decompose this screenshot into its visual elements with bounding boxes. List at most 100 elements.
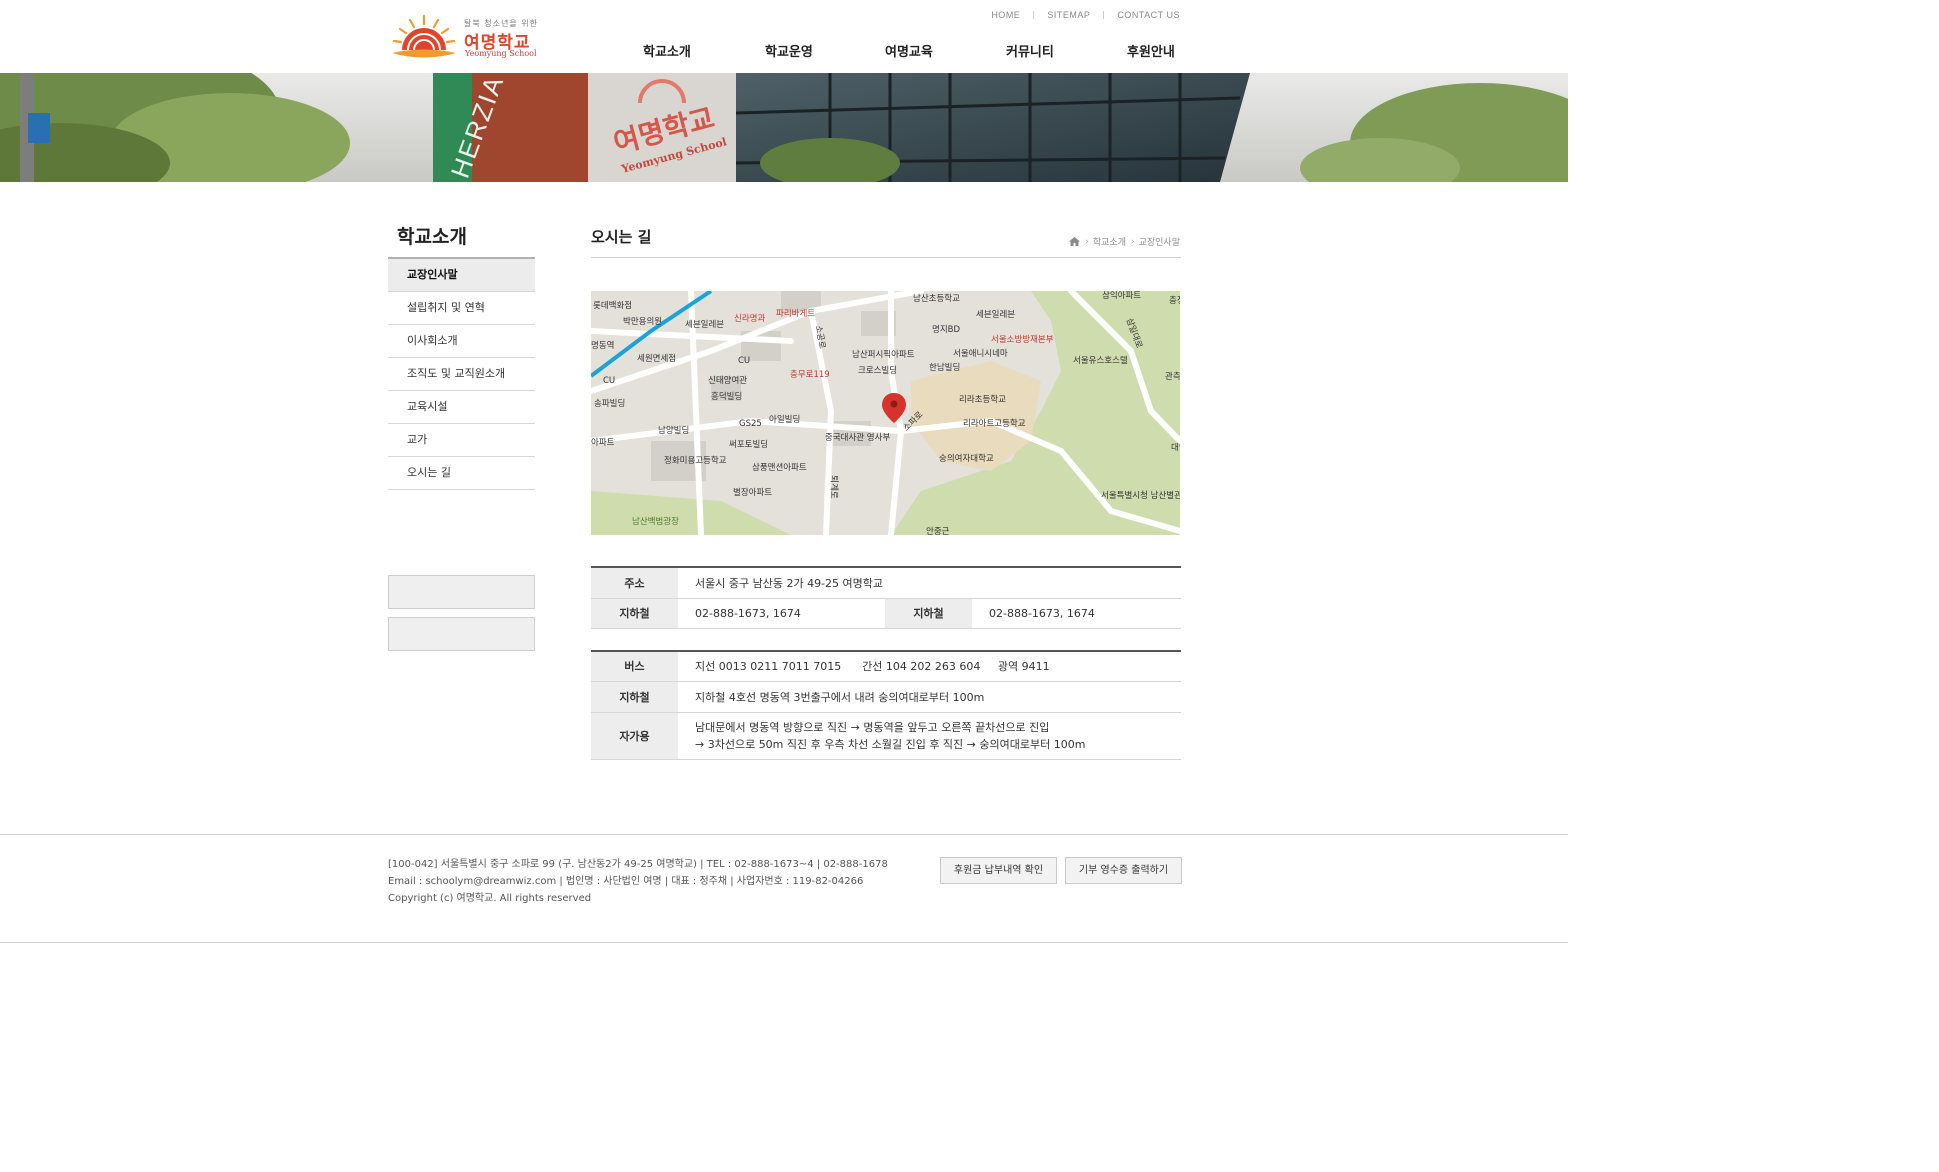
school-building-photo <box>0 73 1568 182</box>
map-label: 써포토빌딩 <box>729 440 769 450</box>
footer-divider <box>0 834 1568 835</box>
footer-address: [100-042] 서울특별시 중구 소파로 99 (구. 남산동2가 49-2… <box>388 859 888 870</box>
site-header: 탈북 청소년을 위한 여명학교 Yeomyung School HOME SIT… <box>0 0 1568 73</box>
table-row: 자가용 남대문에서 명동역 방향으로 직진 → 명동역을 앞두고 오른쪽 끝차선… <box>591 712 1181 760</box>
map-label: 충정시 <box>1169 296 1180 306</box>
map-label: 서울특별시청 남산별관 <box>1101 491 1180 501</box>
utility-nav: HOME SITEMAP CONTACT US <box>991 10 1180 20</box>
map-label: 파리바게트 <box>776 309 816 319</box>
location-map[interactable]: 롯데백화점 박만용의원 세븐일레븐 신라명과 파리바게트 남산초등학교 삼익아파… <box>591 291 1180 535</box>
breadcrumb-item[interactable]: 학교소개 <box>1093 235 1126 248</box>
contact-link[interactable]: CONTACT US <box>1117 10 1180 20</box>
footer-copyright: Copyright (c) 여명학교. All rights reserved <box>388 893 592 904</box>
car-route-line: → 3차선으로 50m 직진 후 우측 차선 소월길 진입 후 직진 → 숭의여… <box>695 737 1086 751</box>
phone-label: 지하철 <box>885 598 972 629</box>
sidebar-item-label[interactable]: 교육시설 <box>388 391 535 423</box>
map-label: 서울유스호스텔 <box>1073 356 1128 366</box>
sunrise-logo-icon <box>392 14 456 58</box>
footer-contact: Email : schoolym@dreamwiz.com | 법인명 : 사단… <box>388 876 864 887</box>
bus-value: 지선 0013 0211 7011 7015 간선 104 202 263 60… <box>678 651 1181 682</box>
map-label: 크로스빌딩 <box>858 366 898 376</box>
main-nav: 학교소개 학교운영 여명교육 커뮤니티 후원안내 <box>643 41 1175 60</box>
map-label: 서울애니시네마 <box>953 349 1008 359</box>
bus-label: 버스 <box>591 651 678 682</box>
map-label: CU <box>603 376 616 386</box>
sidebar-item-board[interactable]: 이사회소개 <box>388 325 535 358</box>
map-label: 서울소방방재본부 <box>991 335 1054 345</box>
gnb-community[interactable]: 커뮤니티 <box>1006 41 1127 60</box>
sidebar-item-label[interactable]: 이사회소개 <box>388 325 535 357</box>
home-link[interactable]: HOME <box>991 10 1020 20</box>
donation-history-button[interactable]: 후원금 납부내역 확인 <box>940 857 1057 884</box>
sidebar-item-label[interactable]: 조직도 및 교직원소개 <box>388 358 535 390</box>
map-label: 한남빌딩 <box>929 363 961 373</box>
header-banner-image: HERZIA 여명학교 Yeomyung School <box>0 73 1568 182</box>
table-row: 주소 서울시 중구 남산동 2가 49-25 여명학교 <box>591 567 1181 599</box>
sidebar-menu: 교장인사말 설립취지 및 연혁 이사회소개 조직도 및 교직원소개 교육시설 교… <box>388 257 535 490</box>
map-label: 리라아트고등학교 <box>963 419 1026 429</box>
map-label: 신라명과 <box>734 314 766 324</box>
divider <box>1033 11 1035 19</box>
map-label: 흥덕빌딩 <box>711 392 743 402</box>
map-label: 별장아파트 <box>733 488 773 498</box>
map-label: 대명 <box>1171 443 1180 453</box>
sidebar-item-label[interactable]: 오시는 길 <box>388 457 535 489</box>
breadcrumb: › 학교소개 › 교장인사말 <box>1069 235 1180 248</box>
map-label: CU <box>738 356 751 366</box>
map-label: 중국대사관 영사부 <box>825 433 891 443</box>
divider <box>1103 11 1105 19</box>
sidebar-banner-1[interactable] <box>388 575 535 609</box>
sidebar-item-founding-history[interactable]: 설립취지 및 연혁 <box>388 292 535 325</box>
page-title: 오시는 길 <box>591 228 652 246</box>
map-label: 충무로119 <box>790 370 830 380</box>
gnb-support[interactable]: 후원안내 <box>1127 41 1175 60</box>
sidebar-item-school-song[interactable]: 교가 <box>388 424 535 457</box>
car-route-line: 남대문에서 명동역 방향으로 직진 → 명동역을 앞두고 오른쪽 끝차선으로 진… <box>695 720 1050 734</box>
sidebar-item-label[interactable]: 교장인사말 <box>388 259 535 291</box>
subway-value: 지하철 4호선 명동역 3번출구에서 내려 숭의여대로부터 100m <box>678 681 1181 713</box>
map-label: 세원면세점 <box>637 354 677 364</box>
map-label: 삼풍맨션아파트 <box>752 463 807 473</box>
donation-receipt-button[interactable]: 기부 영수증 출력하기 <box>1065 857 1182 884</box>
map-label: 리라초등학교 <box>959 395 1006 405</box>
map-label: 세븐일레븐 <box>685 320 725 330</box>
map-label: 남산초등학교 <box>913 294 960 304</box>
car-label: 자가용 <box>591 712 678 760</box>
subway-label: 지하철 <box>591 681 678 713</box>
sidebar-item-organization[interactable]: 조직도 및 교직원소개 <box>388 358 535 391</box>
gnb-education[interactable]: 여명교육 <box>885 41 1006 60</box>
map-label: 송파빌딩 <box>594 399 626 409</box>
map-label: 명동역 <box>591 341 615 351</box>
gnb-school-intro[interactable]: 학교소개 <box>643 41 765 60</box>
map-canvas <box>591 291 1180 535</box>
sidebar-item-label[interactable]: 교가 <box>388 424 535 456</box>
sidebar-item-principal-greeting[interactable]: 교장인사말 <box>388 259 535 292</box>
map-label: 퇴계로 <box>828 475 839 499</box>
phone-value: 02-888-1673, 1674 <box>972 598 1181 629</box>
site-logo[interactable]: 탈북 청소년을 위한 여명학교 Yeomyung School <box>388 12 558 64</box>
gnb-school-operation[interactable]: 학교운영 <box>765 41 885 60</box>
address-label: 주소 <box>591 567 678 599</box>
map-label: GS25 <box>739 419 762 429</box>
sidebar-item-facilities[interactable]: 교육시설 <box>388 391 535 424</box>
map-label: 정화미용고등학교 <box>664 456 727 466</box>
address-value: 서울시 중구 남산동 2가 49-25 여명학교 <box>678 567 1181 599</box>
home-icon[interactable] <box>1069 237 1081 246</box>
footer-bottom-line <box>0 942 1568 943</box>
map-label: 숭의여자대학교 <box>939 454 994 464</box>
sidebar-title: 학교소개 <box>397 226 467 248</box>
title-divider <box>591 257 1181 258</box>
logo-english: Yeomyung School <box>465 49 537 58</box>
sitemap-link[interactable]: SITEMAP <box>1047 10 1090 20</box>
phone-label: 지하철 <box>591 598 678 629</box>
map-label: 안중근 <box>926 527 950 535</box>
map-label: 남산백범광장 <box>632 517 679 527</box>
table-row: 지하철 지하철 4호선 명동역 3번출구에서 내려 숭의여대로부터 100m <box>591 681 1181 713</box>
sidebar-item-directions[interactable]: 오시는 길 <box>388 457 535 490</box>
sidebar-banner-2[interactable] <box>388 617 535 651</box>
map-label: 아파트 <box>591 438 615 448</box>
map-label: 남양빌딩 <box>658 426 690 436</box>
chevron-right-icon: › <box>1130 236 1135 247</box>
sidebar-item-label[interactable]: 설립취지 및 연혁 <box>388 292 535 324</box>
footer-info: [100-042] 서울특별시 중구 소파로 99 (구. 남산동2가 49-2… <box>388 856 888 907</box>
